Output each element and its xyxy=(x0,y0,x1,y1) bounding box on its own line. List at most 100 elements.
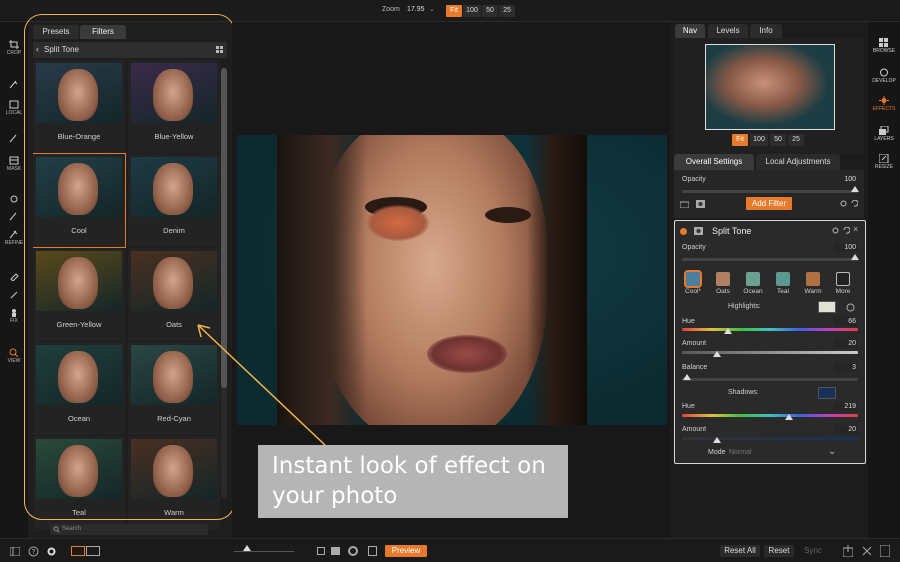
shadow-color-swatch[interactable] xyxy=(818,387,836,399)
nav-zoom-50-button[interactable]: 50 xyxy=(770,134,786,146)
highlight-amount-thumb[interactable] xyxy=(713,351,722,357)
single-view-icon[interactable] xyxy=(71,546,85,556)
highlight-hue-value[interactable]: 66 xyxy=(834,317,858,326)
filter-opacity-thumb[interactable] xyxy=(851,254,859,260)
balance-thumb[interactable] xyxy=(683,374,692,380)
reset-button[interactable]: Reset xyxy=(764,545,794,557)
tab-local-adjustments[interactable]: Local Adjustments xyxy=(756,154,840,170)
help-icon[interactable]: ? xyxy=(28,546,39,557)
clone-tool[interactable] xyxy=(2,290,26,300)
compare-view-icon[interactable] xyxy=(86,546,100,556)
highlight-amount-slider[interactable] xyxy=(682,351,858,354)
preset-tile[interactable]: Green-Yellow xyxy=(33,248,125,341)
thumbnail-size-slider[interactable] xyxy=(234,551,294,552)
tab-filters[interactable]: Filters xyxy=(80,25,126,39)
mask-tool[interactable]: MASK xyxy=(2,156,26,172)
tab-overall-settings[interactable]: Overall Settings xyxy=(674,154,754,170)
sync-button[interactable]: Sync xyxy=(798,545,828,557)
undo-icon[interactable] xyxy=(851,200,858,207)
retouch-tool[interactable] xyxy=(2,272,26,282)
balance-value[interactable]: 3 xyxy=(834,363,858,372)
filter-enabled-toggle[interactable] xyxy=(680,228,687,235)
mask-brush-tool[interactable] xyxy=(2,134,26,144)
style-swatch[interactable] xyxy=(716,272,730,286)
settings-gear-icon[interactable] xyxy=(840,200,847,207)
grid-view-icon[interactable] xyxy=(216,46,224,54)
tab-presets[interactable]: Presets xyxy=(33,25,79,39)
shadow-amount-value[interactable]: 20 xyxy=(834,425,858,434)
highlight-hue-thumb[interactable] xyxy=(723,328,732,334)
shadow-hue-thumb[interactable] xyxy=(785,414,794,420)
save-icon[interactable] xyxy=(880,545,890,557)
module-browse[interactable]: BROWSE xyxy=(868,38,900,54)
preview-button[interactable]: Preview xyxy=(385,545,427,557)
mask-overlay-icon[interactable] xyxy=(348,546,358,556)
filter-opacity-value[interactable]: 100 xyxy=(834,243,858,252)
clipping-icon[interactable] xyxy=(368,546,377,556)
nav-zoom-100-button[interactable]: 100 xyxy=(750,134,768,146)
overall-opacity-slider[interactable] xyxy=(682,190,858,193)
highlight-amount-value[interactable]: 20 xyxy=(834,339,858,348)
zoom-fit-button[interactable]: Fit xyxy=(446,5,462,17)
add-filter-button[interactable]: Add Filter xyxy=(746,197,792,210)
mask-visibility-icon[interactable] xyxy=(696,200,705,208)
search-input[interactable]: Search xyxy=(50,524,208,535)
breadcrumb[interactable]: ‹ Split Tone xyxy=(33,42,227,58)
zoom-dropdown-icon[interactable]: ⌄ xyxy=(429,5,435,13)
refine-wand-tool[interactable] xyxy=(2,212,26,222)
crop-overlay-icon[interactable] xyxy=(317,547,325,555)
highlight-color-swatch[interactable] xyxy=(818,301,836,313)
filter-reset-icon[interactable] xyxy=(843,227,850,234)
panel-toggle-icon[interactable] xyxy=(10,547,20,556)
shadow-hue-slider[interactable] xyxy=(682,414,858,417)
filter-settings-icon[interactable] xyxy=(832,227,839,234)
share-icon[interactable] xyxy=(862,546,872,556)
module-effects[interactable]: EFFECTS xyxy=(868,96,900,112)
nav-zoom-fit-button[interactable]: Fit xyxy=(732,134,748,146)
color-picker-icon[interactable] xyxy=(846,303,855,312)
overall-opacity-value[interactable]: 100 xyxy=(834,175,858,184)
highlight-hue-slider[interactable] xyxy=(682,328,858,331)
back-chevron-icon[interactable]: ‹ xyxy=(36,44,39,54)
style-swatch[interactable] xyxy=(746,272,760,286)
tab-levels[interactable]: Levels xyxy=(708,24,748,38)
tab-info[interactable]: Info xyxy=(750,24,782,38)
style-swatch[interactable] xyxy=(836,272,850,286)
balance-slider[interactable] xyxy=(682,378,858,381)
tab-nav[interactable]: Nav xyxy=(675,24,705,38)
preset-tile[interactable]: Ocean xyxy=(33,342,125,435)
preset-tile[interactable]: Teal xyxy=(33,436,125,529)
shadow-amount-slider[interactable] xyxy=(682,437,858,440)
filter-close-icon[interactable]: × xyxy=(853,224,858,234)
view-tool[interactable]: VIEW xyxy=(2,348,26,364)
refine-brush-tool[interactable] xyxy=(2,194,26,204)
refine-tool[interactable]: REFINE xyxy=(2,230,26,246)
module-develop[interactable]: DEVELOP xyxy=(868,68,900,84)
filter-opacity-slider[interactable] xyxy=(682,258,858,261)
preset-tile[interactable]: Denim xyxy=(128,154,220,247)
nav-zoom-25-button[interactable]: 25 xyxy=(788,134,804,146)
reset-all-button[interactable]: Reset All xyxy=(720,545,760,557)
overall-opacity-thumb[interactable] xyxy=(851,186,859,192)
thumbnail-size-thumb[interactable] xyxy=(243,545,251,551)
camera-icon[interactable] xyxy=(680,200,689,208)
mode-select[interactable]: Normal xyxy=(729,449,752,456)
module-resize[interactable]: RESIZE xyxy=(868,154,900,170)
shadow-hue-value[interactable]: 219 xyxy=(834,402,858,411)
zoom-value[interactable]: 17.95 xyxy=(407,6,425,13)
zoom-25-button[interactable]: 25 xyxy=(499,5,515,17)
mode-chevron-down-icon[interactable]: ⌄ xyxy=(828,446,836,457)
zoom-100-button[interactable]: 100 xyxy=(463,5,481,17)
compare-a-icon[interactable] xyxy=(331,547,340,555)
preset-tile[interactable]: Cool xyxy=(33,153,126,248)
style-swatch[interactable] xyxy=(806,272,820,286)
brush-tool[interactable] xyxy=(2,80,26,90)
crop-tool[interactable]: CROP xyxy=(2,40,26,56)
nav-thumbnail[interactable] xyxy=(705,44,835,130)
preset-tile[interactable]: Blue-Orange xyxy=(33,60,125,153)
settings-icon[interactable] xyxy=(46,546,57,557)
module-layers[interactable]: LAYERS xyxy=(868,126,900,142)
export-icon[interactable] xyxy=(843,545,853,557)
local-tool[interactable]: LOCAL xyxy=(2,100,26,116)
style-swatch[interactable] xyxy=(776,272,790,286)
